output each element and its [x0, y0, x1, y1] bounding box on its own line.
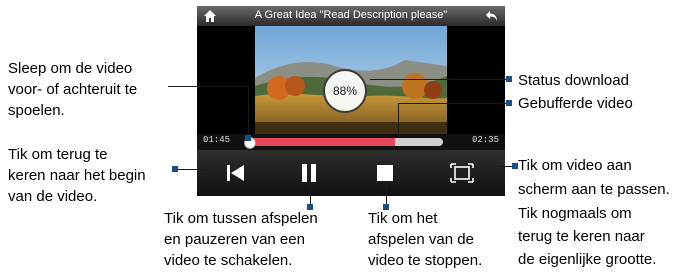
- download-status-badge: 88%: [323, 69, 367, 113]
- pause-callout-text-3: video te schakelen.: [164, 252, 293, 269]
- seek-callout-text-3: spoelen.: [8, 102, 65, 119]
- buffer-callout-marker: [506, 100, 512, 106]
- fit-callout-text-3: Tik nogmaals om: [518, 205, 632, 222]
- video-player: A Great Idea "Read Description please" 8…: [197, 6, 505, 196]
- video-frame[interactable]: 88%: [197, 26, 505, 134]
- skip-to-start-icon[interactable]: [223, 160, 249, 186]
- buffered-callout-text: Gebufferde video: [518, 95, 633, 112]
- seek-callout-line: [168, 86, 248, 87]
- buffer-callout-line-vertical: [398, 103, 399, 137]
- pause-callout-text-1: Tik om tussen afspelen: [164, 210, 318, 227]
- stop-callout-line: [386, 184, 387, 206]
- status-callout-line: [370, 79, 508, 80]
- buffer-callout-line: [398, 103, 510, 104]
- fit-callout-text-4: terug te keren naar: [518, 228, 645, 245]
- stop-icon[interactable]: [372, 160, 398, 186]
- restart-callout-text-3: van de video.: [8, 188, 98, 205]
- seek-callout-line-vertical: [248, 86, 249, 138]
- pause-icon[interactable]: [296, 160, 322, 186]
- seek-callout-marker: [245, 135, 251, 141]
- elapsed-time: 01:45: [203, 135, 231, 145]
- seek-callout-text-2: voor- of achteruit te: [8, 81, 138, 98]
- control-bar: [197, 150, 505, 196]
- stop-callout-text-1: Tik om het: [368, 210, 438, 227]
- seek-callout-text-1: Sleep om de video: [8, 60, 133, 77]
- restart-callout-text-1: Tik om terug te: [8, 146, 108, 163]
- seek-bar: 01:45 02:35: [197, 134, 505, 150]
- restart-callout-line: [176, 169, 206, 170]
- buffered-video-bar: [245, 138, 395, 146]
- restart-callout-marker: [172, 166, 178, 172]
- pause-callout-text-2: en pauzeren van een: [164, 231, 305, 248]
- fit-screen-icon[interactable]: [449, 160, 475, 186]
- stop-callout-text-2: afspelen van de: [368, 231, 474, 248]
- fit-callout-text-2: scherm aan te passen.: [518, 181, 670, 198]
- title-bar: A Great Idea "Read Description please": [197, 6, 505, 26]
- back-arrow-icon[interactable]: [485, 9, 499, 23]
- total-time: 02:35: [471, 135, 499, 145]
- restart-callout-text-2: keren naar het begin: [8, 167, 146, 184]
- progress-track[interactable]: [245, 138, 443, 146]
- fit-callout-text-1: Tik om video aan: [518, 157, 632, 174]
- status-callout-marker: [506, 76, 512, 82]
- home-icon[interactable]: [203, 9, 217, 23]
- stop-callout-text-3: video te stoppen.: [368, 252, 483, 269]
- video-title: A Great Idea "Read Description please": [254, 9, 448, 21]
- fit-callout-text-5: de eigenlijke grootte.: [518, 251, 657, 268]
- pause-callout-line: [310, 184, 311, 206]
- status-callout-text: Status download: [518, 72, 629, 89]
